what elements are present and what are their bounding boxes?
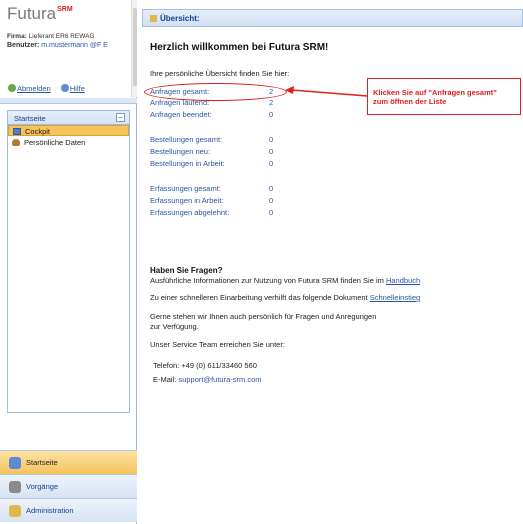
page-title: Herzlich willkommen bei Futura SRM!: [150, 42, 329, 53]
home-icon: [9, 456, 21, 469]
mail-label: E-Mail:: [153, 375, 177, 384]
firm-info: Firma: Lieferant ER6 REWAG: [7, 33, 95, 40]
tab-label: Vorgänge: [26, 482, 59, 491]
stat-value: 0: [269, 135, 274, 144]
overview-icon: [150, 15, 157, 22]
stat-value: 2: [269, 98, 274, 107]
tab-label: Startseite: [26, 458, 58, 467]
nav-panel: Startseite – Cockpit Persönliche Daten: [7, 110, 130, 413]
cockpit-icon: [13, 127, 21, 135]
sidebar-item-personal-data[interactable]: Persönliche Daten: [8, 136, 129, 147]
help-service-line: Unser Service Team erreichen Sie unter:: [150, 340, 285, 349]
help-manual-text: Ausführliche Informationen zur Nutzung v…: [150, 276, 384, 285]
person-icon: [12, 138, 20, 146]
overview-title: Übersicht:: [160, 14, 200, 23]
sidebar-item-label: Persönliche Daten: [24, 137, 86, 147]
help-link[interactable]: Hilfe: [60, 84, 85, 93]
stat-label: Erfassungen abgelehnt:: [150, 208, 230, 217]
tab-label: Administration: [26, 506, 74, 515]
overview-header: Übersicht:: [142, 9, 523, 27]
logout-icon: [8, 84, 16, 92]
user-label: Benutzer:: [7, 42, 40, 49]
help-contact-line-a: Gerne stehen wir Ihnen auch persönlich f…: [150, 312, 377, 321]
stat-value: 0: [269, 110, 274, 119]
help-title: Haben Sie Fragen?: [150, 266, 223, 275]
highlight-ellipse: [144, 83, 287, 101]
stat-label: Erfassungen in Arbeit:: [150, 196, 224, 205]
firm-label: Firma:: [7, 33, 27, 40]
intro-text: Ihre persönliche Übersicht finden Sie hi…: [150, 69, 290, 78]
stat-value: 0: [269, 159, 274, 168]
process-icon: [9, 480, 21, 493]
logout-label: Abmelden: [17, 84, 51, 93]
app-logo: FuturaSRM: [7, 4, 73, 24]
collapse-button[interactable]: –: [116, 113, 125, 122]
stat-label: Bestellungen in Arbeit:: [150, 159, 225, 168]
nav-panel-title: Startseite: [14, 114, 46, 123]
annotation-callout: Klicken Sie auf "Anfragen gesamt" zum öf…: [367, 78, 521, 115]
sidebar-item-label: Cockpit: [25, 126, 51, 136]
stat-value: 0: [269, 147, 274, 156]
session-links: Abmelden Hilfe: [8, 84, 93, 93]
mail-line: E-Mail: support@futura-srm.com: [153, 375, 262, 384]
firm-value: Lieferant ER6 REWAG: [28, 33, 95, 40]
logo-superscript: SRM: [57, 6, 73, 13]
sidebar-item-cockpit[interactable]: Cockpit: [8, 125, 129, 136]
admin-icon: [9, 504, 21, 517]
help-quickstart-line: Zu einer schnelleren Einarbeitung verhil…: [150, 293, 420, 302]
help-contact-line-b: zur Verfügung.: [150, 322, 199, 331]
callout-line-1: Klicken Sie auf "Anfragen gesamt": [373, 88, 497, 97]
sidebar-splitter[interactable]: [0, 98, 137, 104]
tab-vorgaenge[interactable]: Vorgänge: [0, 474, 137, 498]
phone-value: +49 (0) 611/33460 560: [181, 361, 257, 370]
tab-administration[interactable]: Administration: [0, 498, 137, 522]
mail-link[interactable]: support@futura-srm.com: [178, 375, 261, 384]
phone-label: Telefon:: [153, 361, 180, 370]
stat-value: 0: [269, 184, 274, 193]
stat-entries-in-progress[interactable]: Erfassungen in Arbeit: 0: [150, 196, 280, 205]
stat-value: 0: [269, 208, 274, 217]
user-info: Benutzer: m.mustermann @F E: [7, 42, 131, 49]
sidebar: FuturaSRM Firma: Lieferant ER6 REWAG Ben…: [0, 0, 137, 524]
stat-label: Anfragen beendet:: [150, 110, 212, 119]
stat-entries-rejected[interactable]: Erfassungen abgelehnt: 0: [150, 208, 280, 217]
help-manual-line: Ausführliche Informationen zur Nutzung v…: [150, 276, 420, 285]
help-quickstart-text: Zu einer schnelleren Einarbeitung verhil…: [150, 293, 368, 302]
stat-orders-new[interactable]: Bestellungen neu: 0: [150, 147, 280, 156]
arrow-icon: [285, 86, 368, 97]
logo-text: Futura: [7, 4, 57, 23]
sidebar-header: FuturaSRM Firma: Lieferant ER6 REWAG Ben…: [0, 0, 131, 97]
scrollbar-thumb[interactable]: [133, 8, 137, 86]
stat-orders-in-progress[interactable]: Bestellungen in Arbeit: 0: [150, 159, 280, 168]
stat-label: Bestellungen gesamt:: [150, 135, 223, 144]
bottom-nav: Startseite Vorgänge Administration: [0, 450, 137, 522]
help-label: Hilfe: [69, 84, 85, 93]
stat-entries-total[interactable]: Erfassungen gesamt: 0: [150, 184, 280, 193]
stat-label: Erfassungen gesamt:: [150, 184, 221, 193]
sidebar-scrollbar[interactable]: [131, 0, 137, 97]
stat-requests-finished[interactable]: Anfragen beendet: 0: [150, 110, 280, 119]
user-value: m.mustermann @F E: [41, 42, 108, 49]
nav-panel-header: Startseite –: [8, 111, 129, 125]
callout-line-2: zum öffnen der Liste: [373, 97, 447, 106]
phone-line: Telefon: +49 (0) 611/33460 560: [153, 361, 257, 370]
help-icon: [60, 84, 69, 92]
tab-startseite[interactable]: Startseite: [0, 450, 137, 474]
stat-label: Bestellungen neu:: [150, 147, 211, 156]
stat-orders-total[interactable]: Bestellungen gesamt: 0: [150, 135, 280, 144]
logout-link[interactable]: Abmelden: [8, 84, 51, 93]
stat-value: 0: [269, 196, 274, 205]
manual-link[interactable]: Handbuch: [386, 276, 420, 285]
quickstart-link[interactable]: Schnelleinstieg: [370, 293, 420, 302]
